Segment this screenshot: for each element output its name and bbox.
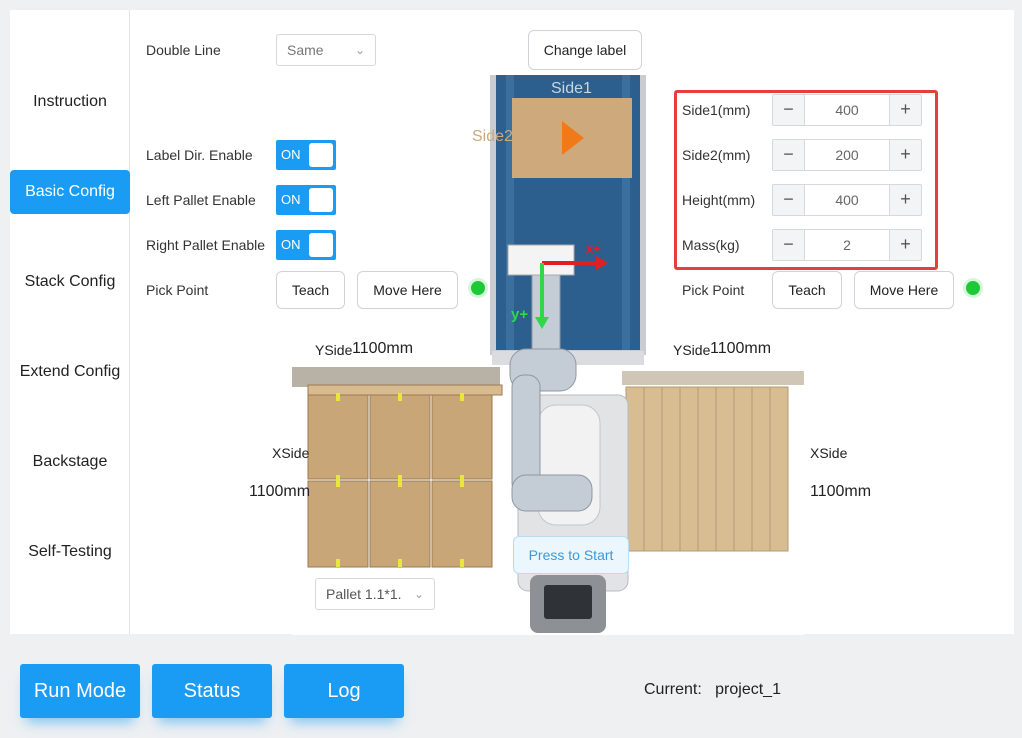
yside-right-label: YSide [673,342,711,358]
side1-stepper: − 400 + [772,94,922,126]
label-dir-enable-toggle[interactable]: ON [276,140,336,170]
sidebar-item-self-testing[interactable]: Self-Testing [10,530,130,574]
mass-stepper: − 2 + [772,229,922,261]
yside-left-value: 1100mm [352,340,414,357]
sidebar-item-backstage[interactable]: Backstage [10,440,130,484]
sidebar-item-basic-config[interactable]: Basic Config [10,170,130,214]
mass-value[interactable]: 2 [805,230,889,260]
press-to-start-button[interactable]: Press to Start [513,536,629,574]
toggle-knob [309,188,333,212]
increment-button[interactable]: + [889,185,921,215]
height-value[interactable]: 400 [805,185,889,215]
current-project-name: project_1 [715,681,781,698]
current-project: Current: project_1 [644,681,781,699]
left-pallet-enable-label: Left Pallet Enable [146,192,256,208]
side1-label: Side1 [551,80,592,97]
status-button[interactable]: Status [152,664,272,718]
y-axis-label: y+ [511,306,529,323]
label-dir-enable-label: Label Dir. Enable [146,147,253,163]
double-line-value: Same [287,42,324,58]
run-mode-button[interactable]: Run Mode [20,664,140,718]
side2-stepper: − 200 + [772,139,922,171]
current-label: Current: [644,681,702,698]
side2-label: Side2 [472,128,513,145]
decrement-button[interactable]: − [773,230,805,260]
toggle-state: ON [281,147,301,162]
height-mm-label: Height(mm) [682,192,756,208]
decrement-button[interactable]: − [773,140,805,170]
right-pallet-enable-label: Right Pallet Enable [146,237,266,253]
move-here-left-button[interactable]: Move Here [357,271,458,309]
height-stepper: − 400 + [772,184,922,216]
increment-button[interactable]: + [889,95,921,125]
xside-left-label: XSide [272,445,310,461]
decrement-button[interactable]: − [773,185,805,215]
toggle-knob [309,143,333,167]
log-button[interactable]: Log [284,664,404,718]
change-label-button[interactable]: Change label [528,30,642,70]
side2-mm-label: Side2(mm) [682,147,751,163]
sidebar-item-instruction[interactable]: Instruction [10,80,130,124]
right-pallet-enable-toggle[interactable]: ON [276,230,336,260]
xside-right-label: XSide [810,445,848,461]
decrement-button[interactable]: − [773,95,805,125]
pick-point-left-label: Pick Point [146,282,209,298]
pallet-select-value: Pallet 1.1*1. [326,586,402,602]
sidebar-item-extend-config[interactable]: Extend Config [10,350,130,394]
chevron-down-icon: ⌄ [354,43,365,57]
sidebar: Instruction Basic Config Stack Config Ex… [10,10,130,634]
pick-point-right-label: Pick Point [682,282,745,298]
xside-left-value: 1100mm [249,483,311,500]
double-line-select[interactable]: Same ⌄ [276,34,376,66]
side1-value[interactable]: 400 [805,95,889,125]
toggle-state: ON [281,237,301,252]
yside-right-value: 1100mm [710,340,772,357]
side2-value[interactable]: 200 [805,140,889,170]
pick-right-status-indicator [966,281,980,295]
side1-mm-label: Side1(mm) [682,102,751,118]
sidebar-item-stack-config[interactable]: Stack Config [10,260,130,304]
mass-kg-label: Mass(kg) [682,237,740,253]
increment-button[interactable]: + [889,140,921,170]
x-axis-label: x+ [586,241,601,256]
chevron-down-icon: ⌄ [413,587,424,601]
xside-right-value: 1100mm [810,483,872,500]
pick-left-status-indicator [471,281,485,295]
toggle-knob [309,233,333,257]
yside-left-label: YSide [315,342,353,358]
double-line-label: Double Line [146,42,221,58]
teach-right-button[interactable]: Teach [772,271,842,309]
increment-button[interactable]: + [889,230,921,260]
toggle-state: ON [281,192,301,207]
left-pallet-enable-toggle[interactable]: ON [276,185,336,215]
pallet-select[interactable]: Pallet 1.1*1. ⌄ [315,578,435,610]
move-here-right-button[interactable]: Move Here [854,271,954,309]
teach-left-button[interactable]: Teach [276,271,345,309]
